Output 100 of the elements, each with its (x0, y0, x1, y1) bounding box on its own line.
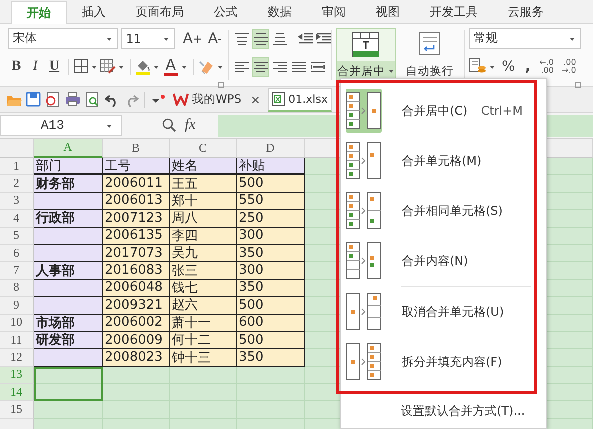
save-icon[interactable] (26, 92, 41, 107)
number-format-dropdown[interactable]: 常规 (469, 28, 581, 49)
merge-center-button[interactable]: 合并居中 (336, 28, 396, 82)
close-tab-button[interactable]: × (250, 92, 261, 106)
font-size-dropdown[interactable]: 11 (121, 28, 176, 49)
row-header[interactable]: 15 (0, 401, 34, 419)
caret-icon[interactable] (569, 36, 576, 42)
increase-decimal-button[interactable]: ←.0 .00 (536, 58, 557, 74)
search-icon[interactable] (162, 118, 177, 133)
ribbon-tab[interactable]: 插入 (67, 1, 121, 23)
caret-icon[interactable] (217, 64, 224, 70)
ribbon-tab[interactable]: 页面布局 (121, 1, 199, 23)
align-lines-icon (272, 30, 288, 46)
border-grid-icon[interactable] (74, 59, 89, 74)
table-cell: 行政部 (34, 210, 103, 228)
table-cell: 500 (237, 332, 305, 350)
document-tab[interactable]: 01.xlsx (268, 88, 332, 112)
table-cell: 萧十一 (170, 314, 237, 332)
menu-item[interactable]: 合并相同单元格(S) (342, 186, 529, 236)
font-name-dropdown[interactable]: 宋体 (8, 28, 118, 49)
fill-color-icon[interactable] (135, 58, 152, 75)
menu-item[interactable]: 合并居中(C) Ctrl+M (342, 86, 529, 136)
row-header[interactable]: 2 (0, 175, 34, 193)
document-tab[interactable]: 我的WPS × (170, 88, 264, 112)
insert-function-button[interactable]: fx (185, 117, 196, 134)
ribbon-tab[interactable]: 云服务 (493, 1, 559, 23)
dialog-launcher-icon[interactable] (575, 82, 581, 88)
ribbon-tab[interactable]: 视图 (361, 1, 415, 23)
printer-icon[interactable] (65, 92, 81, 107)
merge-diagram-icon (345, 191, 383, 231)
row-header[interactable]: 6 (0, 244, 34, 262)
table-cell: 李四 (170, 228, 237, 245)
row-header[interactable]: 11 (0, 332, 34, 350)
caret-icon[interactable] (153, 64, 160, 70)
customize-toolbar-icon[interactable] (150, 94, 166, 106)
row-header[interactable]: 3 (0, 192, 34, 210)
bold-button[interactable]: B (8, 56, 25, 76)
ribbon-tab[interactable]: 数据 (253, 1, 307, 23)
caret-icon[interactable] (106, 122, 113, 128)
decrease-decimal-button[interactable]: .00 →.0 (558, 58, 580, 74)
decrease-indent-icon[interactable] (298, 30, 314, 46)
table-cell: 钟十三 (170, 349, 237, 367)
row-header[interactable]: 4 (0, 210, 34, 228)
table-cell: 周八 (170, 210, 237, 228)
merge-table-icon (352, 32, 380, 58)
ribbon-tab[interactable]: 开始 (11, 1, 67, 24)
wrap-text-button[interactable]: 自动换行 (400, 28, 460, 82)
comma-style-button[interactable]: , (521, 58, 535, 74)
vertical-align-button[interactable] (252, 28, 269, 48)
print-preview-icon[interactable] (85, 92, 101, 108)
row-header[interactable]: 7 (0, 262, 34, 280)
percent-style-button[interactable]: % (498, 58, 520, 74)
pdf-export-icon[interactable] (45, 92, 61, 108)
menu-item[interactable]: 拆分并填充内容(F) (342, 337, 529, 387)
table-cell: 550 (237, 192, 305, 210)
caret-icon[interactable] (489, 64, 496, 70)
table-cell: 钱七 (170, 280, 237, 298)
horizontal-align-button[interactable] (252, 56, 270, 76)
ribbon-tab[interactable]: 开发工具 (415, 1, 493, 23)
ribbon-tab[interactable]: 公式 (199, 1, 253, 23)
caret-icon[interactable] (118, 64, 125, 70)
menu-item[interactable]: 合并单元格(M) (342, 136, 529, 186)
caret-icon[interactable] (163, 36, 170, 42)
name-box[interactable]: A13 (0, 115, 122, 136)
table-cell: 350 (237, 244, 305, 262)
row-header[interactable]: 12 (0, 349, 34, 367)
merge-diagram-icon (345, 241, 383, 281)
table-cell: 2006009 (103, 332, 170, 350)
caret-icon[interactable] (90, 64, 98, 70)
caret-icon[interactable] (181, 64, 188, 70)
align-lines-icon (234, 30, 250, 46)
column-header[interactable]: C (170, 139, 237, 158)
dialog-launcher-icon[interactable] (218, 82, 224, 88)
spreadsheet-file-icon (272, 92, 286, 106)
column-header[interactable]: D (237, 139, 305, 158)
row-header[interactable]: 8 (0, 280, 34, 298)
increase-indent-icon[interactable] (316, 30, 332, 46)
table-cell: 2006013 (103, 192, 170, 210)
table-cell: 2016083 (103, 262, 170, 280)
underline-button[interactable]: U (46, 56, 63, 76)
row-header[interactable]: 10 (0, 314, 34, 332)
ribbon-tab[interactable]: 审阅 (307, 1, 361, 23)
table-cell: 600 (237, 314, 305, 332)
table-cell: 250 (237, 210, 305, 228)
column-header[interactable]: B (103, 139, 170, 158)
row-header[interactable]: 5 (0, 228, 34, 245)
menu-item[interactable]: 设置默认合并方式(T)... (341, 396, 546, 426)
caret-icon[interactable] (106, 36, 114, 42)
cell-style-icon[interactable] (100, 59, 116, 74)
cell-selection[interactable] (34, 366, 103, 402)
font-color-button[interactable]: A (162, 56, 180, 76)
menu-item[interactable]: 合并内容(N) (342, 236, 529, 286)
italic-button[interactable]: I (27, 56, 44, 76)
row-header[interactable]: 9 (0, 297, 34, 315)
table-cell: 补贴 (237, 158, 305, 176)
row-header[interactable]: 1 (0, 158, 34, 176)
table-cell: 2006002 (103, 314, 170, 332)
table-cell: 2008023 (103, 349, 170, 367)
currency-icon[interactable] (469, 58, 487, 75)
menu-item[interactable]: 取消合并单元格(U) (342, 287, 529, 337)
